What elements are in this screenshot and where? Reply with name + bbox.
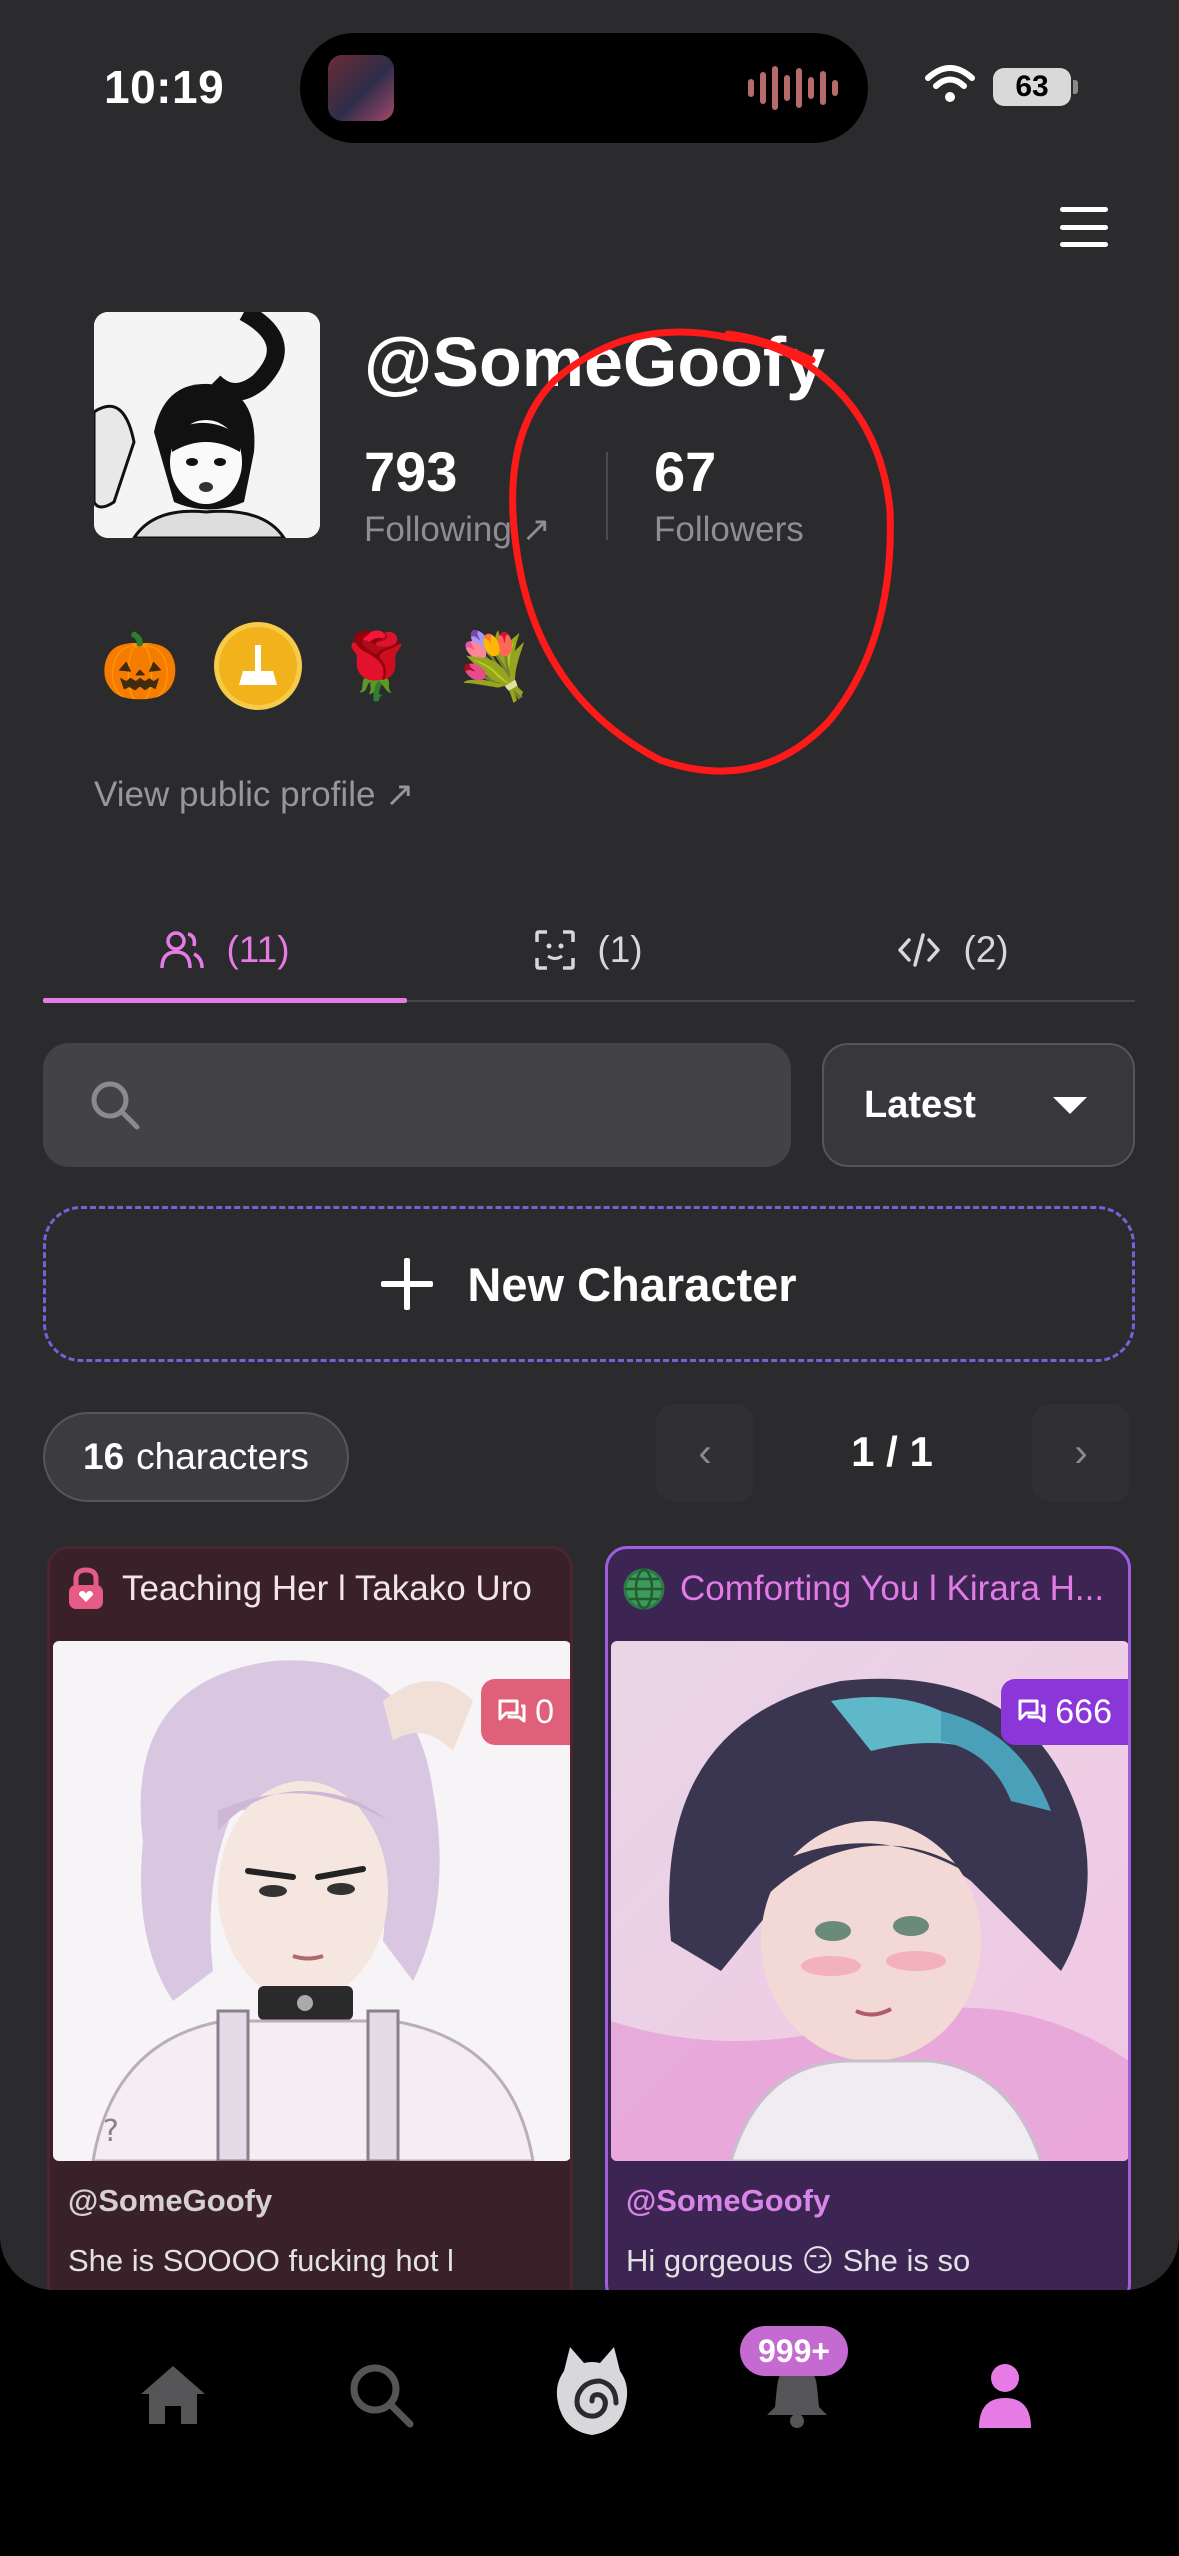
nav-home[interactable] xyxy=(128,2350,218,2440)
new-character-button[interactable]: New Character xyxy=(43,1206,1135,1362)
prev-page-button[interactable]: ‹ xyxy=(656,1404,754,1502)
tab-personas-count: (1) xyxy=(597,929,643,970)
dynamic-island xyxy=(300,33,868,143)
character-count-chip: 16 characters xyxy=(43,1412,349,1502)
badge-row: 🎃 🌹 💐 xyxy=(96,622,538,710)
tab-scripts[interactable]: (2) xyxy=(771,900,1135,1000)
nav-home-logo[interactable] xyxy=(544,2336,640,2446)
page-indicator: 1 / 1 xyxy=(851,1428,933,1475)
tab-personas[interactable]: (1) xyxy=(407,900,771,1000)
sort-dropdown[interactable]: Latest xyxy=(822,1043,1135,1167)
avatar[interactable] xyxy=(94,312,320,538)
globe-icon xyxy=(622,1567,666,1611)
bouquet-badge-icon[interactable]: 💐 xyxy=(450,622,538,710)
nav-profile[interactable] xyxy=(960,2350,1050,2440)
card-title-row: Comforting You l Kirara H... xyxy=(622,1567,1122,1611)
following-stat[interactable]: 793 Following ↗ xyxy=(364,442,551,550)
audio-wave-icon xyxy=(748,63,838,113)
card-title-row: Teaching Her l Takako Uro xyxy=(64,1567,564,1611)
chevron-right-icon: › xyxy=(1074,1430,1088,1475)
broom-coin-badge-icon[interactable] xyxy=(214,622,302,710)
card-title: Comforting You l Kirara H... xyxy=(680,1569,1105,1608)
followers-label: Followers xyxy=(654,510,804,549)
tab-characters-count: (11) xyxy=(226,929,290,970)
followers-count: 67 xyxy=(654,440,717,503)
character-count-number: 16 xyxy=(83,1436,125,1477)
chat-count: 666 xyxy=(1055,1692,1112,1731)
card-description: Hi gorgeous 😏 She is so xyxy=(626,2243,971,2278)
users-icon xyxy=(160,931,205,969)
followers-stat[interactable]: 67 Followers xyxy=(654,442,804,550)
spiral-cat-icon xyxy=(556,2347,628,2435)
character-count-label: characters xyxy=(136,1436,309,1477)
chevron-left-icon: ‹ xyxy=(698,1430,712,1475)
app-screen: 10:19 63 @SomeGoofy 793 Following ↗ 67 F… xyxy=(0,0,1179,2290)
following-count: 793 xyxy=(364,440,458,503)
view-public-profile-link[interactable]: View public profile ↗ xyxy=(94,775,415,815)
pumpkin-badge-icon[interactable]: 🎃 xyxy=(96,622,184,710)
chat-count-badge: 0 xyxy=(481,1679,570,1745)
profile-username: @SomeGoofy xyxy=(364,323,826,401)
chevron-down-icon xyxy=(1053,1096,1087,1114)
chat-count-badge: 666 xyxy=(1001,1679,1128,1745)
following-label: Following ↗ xyxy=(364,510,551,549)
chat-count: 0 xyxy=(535,1692,554,1731)
nav-search[interactable] xyxy=(336,2350,426,2440)
svg-text:?: ? xyxy=(103,2114,119,2149)
tab-characters[interactable]: (11) xyxy=(43,900,407,1003)
wifi-icon xyxy=(925,65,975,102)
hamburger-menu-icon[interactable] xyxy=(1060,207,1108,247)
battery-indicator: 63 xyxy=(993,68,1078,106)
face-scan-icon xyxy=(535,930,576,970)
status-time: 10:19 xyxy=(104,61,225,113)
new-character-label: New Character xyxy=(467,1257,797,1311)
content-tabs: (11) (1) (2) xyxy=(43,900,1135,1003)
lock-icon xyxy=(64,1567,108,1611)
character-card[interactable]: Comforting You l Kirara H... 666 @SomeGo… xyxy=(605,1546,1131,2290)
code-icon xyxy=(898,933,941,967)
search-icon xyxy=(350,2364,414,2428)
chat-bubbles-icon xyxy=(1018,1699,1046,1723)
plus-icon xyxy=(381,1258,434,1310)
character-card[interactable]: Teaching Her l Takako Uro ? 0 @SomeGoofy… xyxy=(47,1546,573,2290)
now-playing-artwork xyxy=(328,55,394,121)
card-author[interactable]: @SomeGoofy xyxy=(626,2183,830,2219)
search-icon xyxy=(91,1081,140,1130)
chat-bubbles-icon xyxy=(498,1699,526,1723)
roses-badge-icon[interactable]: 🌹 xyxy=(332,622,420,710)
notification-count-badge: 999+ xyxy=(740,2326,849,2376)
home-icon xyxy=(141,2366,205,2424)
sort-selected-label: Latest xyxy=(864,1083,976,1126)
tab-scripts-count: (2) xyxy=(963,929,1009,970)
stat-divider xyxy=(606,452,608,540)
next-page-button[interactable]: › xyxy=(1032,1404,1130,1502)
search-input[interactable] xyxy=(43,1043,791,1167)
profile-icon xyxy=(979,2364,1031,2428)
card-description: She is SOOOO fucking hot l xyxy=(68,2243,454,2278)
card-author[interactable]: @SomeGoofy xyxy=(68,2183,272,2219)
card-title: Teaching Her l Takako Uro xyxy=(122,1569,532,1608)
